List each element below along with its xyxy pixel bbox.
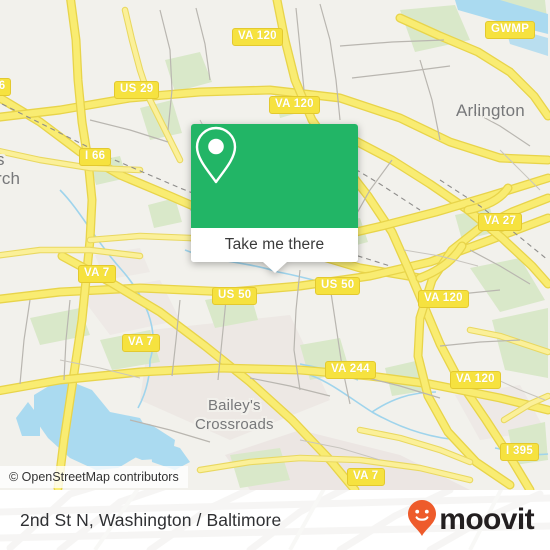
map-shield-va-7-lower: VA 7 bbox=[347, 468, 385, 486]
footer-location-title-text: 2nd St N, Washington / Baltimore bbox=[20, 509, 282, 530]
callout-body[interactable]: Take me there bbox=[191, 124, 358, 262]
destination-callout-card[interactable]: Take me there bbox=[191, 124, 358, 273]
footer-bar: 2nd St N, Washington / Baltimore moovit bbox=[0, 490, 550, 550]
map-shield-i-66: I 66 bbox=[79, 148, 112, 166]
map-shield-va-7-upper: VA 7 bbox=[78, 265, 116, 283]
moovit-pin-icon bbox=[407, 499, 437, 542]
moovit-map-screenshot: .park { fill:#d9e8c9; } .resid { fill:#e… bbox=[0, 0, 550, 550]
map-shield-va-120-upper: VA 120 bbox=[269, 96, 320, 114]
map-shield-va-120-top: VA 120 bbox=[232, 28, 283, 46]
map-shield-us-50-right: US 50 bbox=[315, 277, 361, 295]
osm-attribution[interactable]: © OpenStreetMap contributors bbox=[0, 466, 188, 488]
take-me-there-label: Take me there bbox=[224, 236, 325, 253]
moovit-brand-logo[interactable]: moovit bbox=[407, 490, 535, 550]
map-shield-us-29: US 29 bbox=[114, 81, 160, 99]
callout-image-area bbox=[191, 124, 358, 228]
map-shield-i-66-left-edge: 66 bbox=[0, 78, 12, 96]
map-shield-us-50-left: US 50 bbox=[212, 287, 258, 305]
moovit-wordmark: moovit bbox=[439, 503, 534, 536]
map-shield-va-120-mid: VA 120 bbox=[418, 290, 469, 308]
callout-pointer-tail bbox=[262, 262, 287, 273]
map-shield-va-27: VA 27 bbox=[478, 213, 523, 231]
map-canvas[interactable]: .park { fill:#d9e8c9; } .resid { fill:#e… bbox=[0, 0, 550, 490]
footer-location-title: 2nd St N, Washington / Baltimore bbox=[20, 490, 281, 550]
map-shield-gwmp: GWMP bbox=[485, 21, 536, 39]
map-shield-va-244: VA 244 bbox=[325, 361, 376, 379]
map-shield-va-120-lower: VA 120 bbox=[450, 371, 501, 389]
osm-attribution-text: © OpenStreetMap contributors bbox=[9, 470, 179, 484]
map-shield-i-395: I 395 bbox=[500, 443, 540, 461]
map-shield-va-7-mid: VA 7 bbox=[122, 334, 160, 352]
callout-cta-area[interactable]: Take me there bbox=[191, 228, 358, 262]
